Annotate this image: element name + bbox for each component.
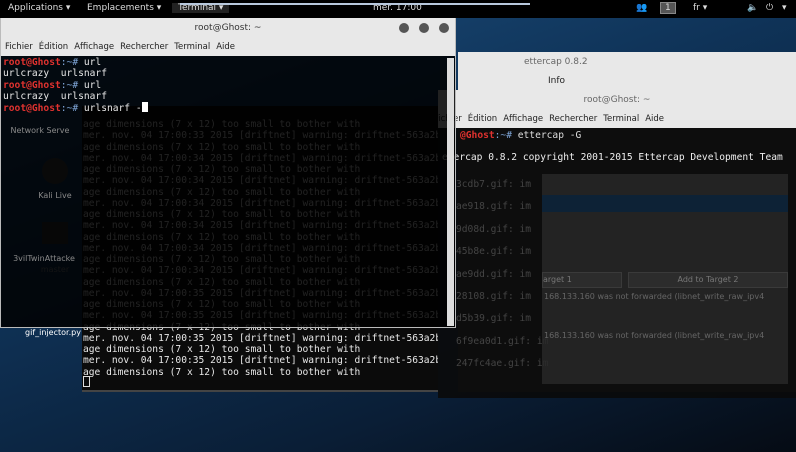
front-terminal-window: root@Ghost: ~ Fichier Édition Affichage Rec… <box>0 18 456 328</box>
workspace-indicator[interactable]: 1 <box>660 2 676 14</box>
terminal-line: mer. nov. 04 17:00:35 2015 [driftnet] wa… <box>83 332 438 344</box>
gif-fragment: 247fc4ae.gif: im <box>456 358 549 370</box>
desktop-icon-kali-live[interactable]: Kali Live <box>15 191 95 200</box>
desktop-icon-network-server[interactable]: Network Serve <box>0 126 80 135</box>
close-icon[interactable] <box>439 23 449 33</box>
terminal-line: mer. nov. 04 17:00:35 2015 [driftnet] wa… <box>83 355 438 367</box>
menu-rechercher[interactable]: Rechercher <box>549 114 597 124</box>
ettercap-banner: etercap 0.8.2 copyright 2001-2015 Etterc… <box>442 152 783 164</box>
volume-icon[interactable]: 🔈 <box>747 3 758 13</box>
command-text: ettercap -G <box>511 130 582 141</box>
front-terminal-output: root@Ghost:~# url urlcrazy urlsnarf root@G… <box>1 56 455 114</box>
menu-affichage[interactable]: Affichage <box>74 42 114 52</box>
prompt-sep: :~# <box>494 130 512 141</box>
menu-aide[interactable]: Aide <box>216 42 235 52</box>
right-terminal-prompt: @Ghost:~# ettercap -G <box>438 128 796 141</box>
prompt-host: root@Ghost <box>3 79 61 91</box>
gif-fragment: 6f9ea0d1.gif: im <box>456 335 549 347</box>
ettercap-menu-info[interactable]: Info <box>458 72 796 90</box>
menu-rechercher[interactable]: Rechercher <box>120 42 168 52</box>
gif-fragment: d5b39.gif: im <box>456 313 532 325</box>
output-text: urlcrazy urlsnarf <box>3 68 107 80</box>
progress-line <box>180 3 530 5</box>
right-terminal-menubar: FichierÉditionAffichageRechercherTermina… <box>438 111 796 128</box>
terminal-line: urlcrazy urlsnarf <box>3 68 455 79</box>
terminal-cursor <box>83 376 90 387</box>
command-text: url <box>78 79 102 91</box>
ettercap-log-line: 168.133.160 was not forwarded (libnet_wr… <box>544 331 765 340</box>
ettercap-log-line: 168.133.160 was not forwarded (libnet_wr… <box>544 292 765 301</box>
terminal-line: root@Ghost:~# url <box>3 80 455 91</box>
add-target-2-button[interactable]: Add to Target 2 <box>628 272 788 288</box>
power-menu-chevron-icon[interactable]: ▾ <box>782 3 787 13</box>
menu-aide[interactable]: Aide <box>645 114 664 124</box>
right-terminal-window: root@Ghost: ~ FichierÉditionAffichageRec… <box>438 90 796 398</box>
desktop-icon-3viltwin[interactable]: 3vilTwinAttacke <box>4 254 84 263</box>
ettercap-selected-row[interactable] <box>542 195 788 212</box>
gif-fragment: 9d08d.gif: im <box>456 223 532 235</box>
prompt-host: root@Ghost <box>3 103 61 114</box>
add-target-1-button[interactable]: arget 1 <box>542 272 622 288</box>
gif-fragment: 28108.gif: im <box>456 291 532 303</box>
prompt-sep: :~# <box>60 57 79 68</box>
desktop-icon-gif-injector[interactable]: gif_injector.py <box>13 328 93 337</box>
menu-affichage[interactable]: Affichage <box>503 114 543 124</box>
maximize-icon[interactable] <box>419 23 429 33</box>
terminal-line: age dimensions (7 x 12) too small to bot… <box>83 366 361 378</box>
terminal-line: urlcrazy urlsnarf <box>3 91 455 102</box>
prompt-host: @Ghost <box>460 130 495 141</box>
menu-fichier[interactable]: Fichier <box>5 42 33 52</box>
ettercap-title: ettercap 0.8.2 <box>458 52 796 72</box>
people-icon[interactable]: 👥 <box>636 3 647 13</box>
menu-edition[interactable]: Édition <box>39 42 68 52</box>
places-menu[interactable]: Emplacements ▾ <box>87 3 161 13</box>
front-terminal-menubar: Fichier Édition Affichage Rechercher Termina… <box>1 39 455 56</box>
terminal-line: age dimensions (7 x 12) too small to bot… <box>83 344 361 355</box>
menu-edition[interactable]: Édition <box>468 114 497 124</box>
terminal-cursor <box>141 102 148 112</box>
scrollbar[interactable] <box>447 58 454 326</box>
output-text: urlcrazy urlsnarf <box>3 90 107 102</box>
right-terminal-title: root@Ghost: ~ <box>438 90 796 111</box>
gif-fragment-list: 3cdb7.gif: im ae918.gif: im 9d08d.gif: im 4… <box>456 174 548 376</box>
gif-fragment: 45b8e.gif: im <box>456 246 532 258</box>
menu-terminal[interactable]: Terminal <box>174 42 210 52</box>
power-icon[interactable]: ⏻ <box>766 3 773 13</box>
command-text: url <box>78 57 102 68</box>
prompt-host: root@Ghost <box>3 57 61 68</box>
command-text: urlsnarf - <box>78 103 142 114</box>
terminal-line: root@Ghost:~# urlsnarf - <box>3 102 455 114</box>
prompt-sep: :~# <box>60 79 79 91</box>
applications-menu[interactable]: Applications ▾ <box>8 3 70 13</box>
prompt-sep: :~# <box>60 103 79 114</box>
gif-fragment: ae918.gif: im <box>456 201 532 213</box>
gif-fragment: ae9dd.gif: im <box>456 268 532 280</box>
keyboard-layout[interactable]: fr ▾ <box>693 3 707 13</box>
minimize-icon[interactable] <box>399 23 409 33</box>
menu-terminal[interactable]: Terminal <box>603 114 639 124</box>
front-terminal-title: root@Ghost: ~ <box>1 18 455 39</box>
terminal-line: root@Ghost:~# url <box>3 57 455 68</box>
gif-fragment: 3cdb7.gif: im <box>456 179 532 190</box>
